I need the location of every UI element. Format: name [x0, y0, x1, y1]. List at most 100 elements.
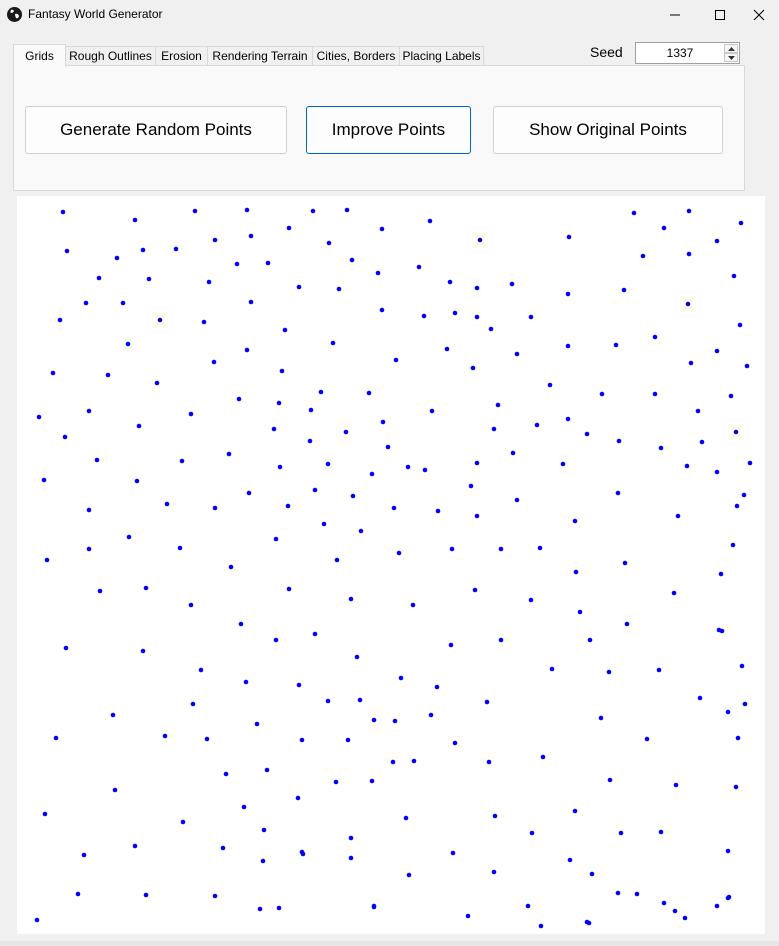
point-148 — [498, 546, 504, 552]
point-213 — [486, 759, 492, 765]
point-63 — [470, 365, 476, 371]
point-135 — [514, 497, 520, 503]
point-256 — [34, 917, 40, 923]
point-39 — [731, 273, 737, 279]
point-184 — [549, 666, 555, 672]
point-49 — [452, 310, 458, 316]
point-206 — [264, 767, 270, 773]
improve-points-button[interactable]: Improve Points — [306, 106, 471, 154]
point-220 — [241, 804, 247, 810]
point-97 — [385, 444, 391, 450]
point-1 — [132, 217, 138, 223]
point-61 — [393, 357, 399, 363]
close-button[interactable] — [736, 0, 779, 30]
globe-icon — [6, 6, 23, 23]
point-146 — [396, 550, 402, 556]
point-50 — [474, 314, 480, 320]
point-167 — [140, 648, 146, 654]
point-133 — [435, 508, 441, 514]
point-62 — [444, 346, 450, 352]
point-82 — [495, 402, 501, 408]
window-bottom-edge — [0, 941, 779, 946]
point-250 — [525, 903, 531, 909]
tab-cities-borders[interactable]: Cities, Borders — [312, 46, 400, 65]
point-159 — [410, 602, 416, 608]
point-103 — [684, 463, 690, 469]
point-143 — [228, 564, 234, 570]
point-122 — [560, 461, 566, 467]
point-236 — [300, 851, 306, 857]
spin-up-button[interactable] — [724, 44, 738, 53]
point-263 — [714, 903, 720, 909]
seed-input[interactable]: 1337 — [636, 46, 724, 60]
point-144 — [273, 536, 279, 542]
tab-rough-outlines[interactable]: Rough Outlines — [65, 46, 156, 65]
point-101 — [616, 438, 622, 444]
point-131 — [358, 528, 364, 534]
point-208 — [333, 779, 339, 785]
point-249 — [371, 903, 377, 909]
point-102 — [658, 445, 664, 451]
point-216 — [673, 782, 679, 788]
point-0 — [60, 209, 66, 215]
point-242 — [589, 871, 595, 877]
point-262 — [682, 915, 688, 921]
point-207 — [295, 795, 301, 801]
seed-stepper[interactable]: 1337 — [635, 42, 740, 64]
point-13 — [173, 246, 179, 252]
point-104 — [699, 439, 705, 445]
point-117 — [369, 471, 375, 477]
point-47 — [379, 307, 385, 313]
point-67 — [652, 334, 658, 340]
point-156 — [188, 602, 194, 608]
point-110 — [134, 478, 140, 484]
point-178 — [296, 682, 302, 688]
point-187 — [697, 695, 703, 701]
points-canvas[interactable] — [17, 196, 765, 934]
point-171 — [354, 654, 360, 660]
point-75 — [236, 396, 242, 402]
point-139 — [44, 557, 50, 563]
point-91 — [62, 434, 68, 440]
point-127 — [212, 505, 218, 511]
spin-down-button[interactable] — [724, 53, 738, 62]
minimize-button[interactable] — [652, 0, 698, 30]
point-195 — [345, 737, 351, 743]
point-201 — [735, 735, 741, 741]
point-11 — [114, 255, 120, 261]
point-106 — [733, 429, 739, 435]
tab-erosion[interactable]: Erosion — [155, 46, 208, 65]
point-2 — [192, 208, 198, 214]
chevron-down-icon — [727, 55, 735, 60]
point-192 — [204, 736, 210, 742]
point-60 — [330, 340, 336, 346]
point-84 — [547, 382, 553, 388]
point-199 — [598, 715, 604, 721]
point-214 — [540, 754, 546, 760]
point-222 — [260, 858, 266, 864]
point-245 — [75, 891, 81, 897]
point-130 — [321, 521, 327, 527]
point-114 — [277, 464, 283, 470]
point-172 — [448, 642, 454, 648]
point-179 — [325, 698, 331, 704]
point-36 — [509, 281, 515, 287]
window-title: Fantasy World Generator — [28, 7, 163, 21]
point-37 — [621, 287, 627, 293]
minimize-icon — [670, 14, 680, 16]
point-162 — [577, 609, 583, 615]
tab-placing-labels[interactable]: Placing Labels — [399, 46, 484, 65]
point-56 — [125, 341, 131, 347]
point-154 — [97, 588, 103, 594]
show-original-points-button[interactable]: Show Original Points — [493, 106, 723, 154]
point-64 — [514, 351, 520, 357]
point-74 — [188, 411, 194, 417]
point-25 — [146, 276, 152, 282]
point-24 — [96, 275, 102, 281]
point-126 — [164, 501, 170, 507]
point-99 — [510, 450, 516, 456]
point-88 — [695, 408, 701, 414]
tab-grids[interactable]: Grids — [13, 44, 66, 67]
generate-random-points-button[interactable]: Generate Random Points — [25, 106, 287, 154]
tab-rendering-terrain[interactable]: Rendering Terrain — [207, 46, 313, 65]
